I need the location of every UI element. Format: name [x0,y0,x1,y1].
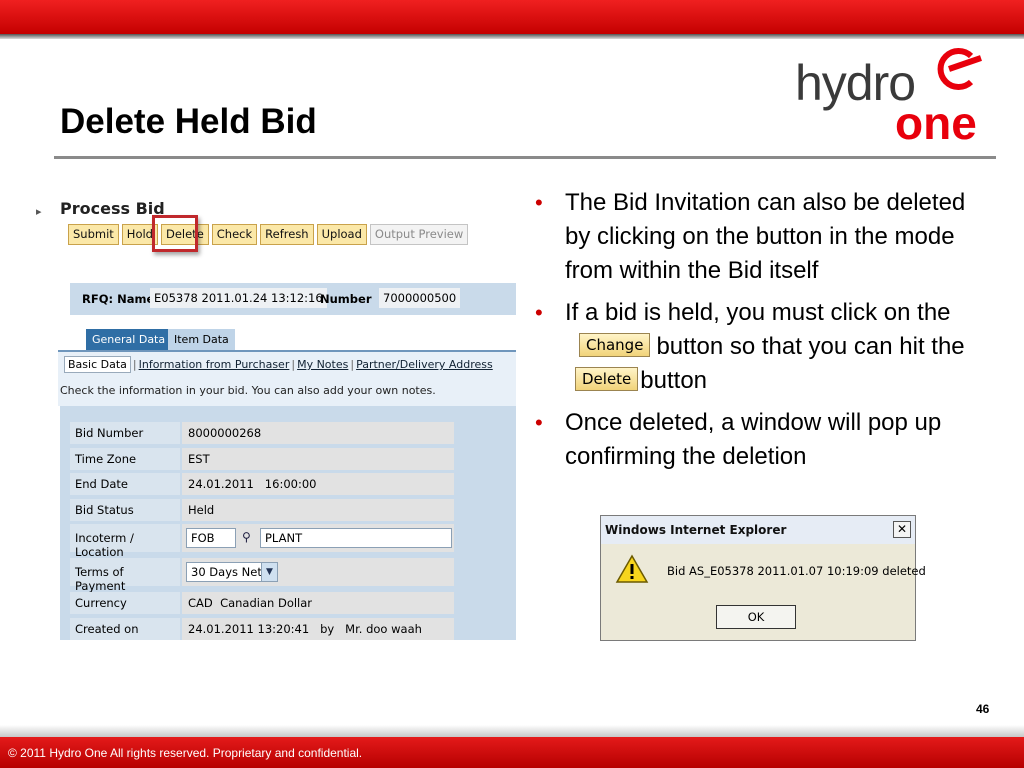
hydro-one-logo: hydro one [795,44,995,149]
logo-swirl-icon [937,48,982,90]
bullet-text: button so that you can hit the [656,333,965,360]
rfq-name-value: E05378 2011.01.24 13:12:16 [150,288,327,308]
dialog-message: Bid AS_E05378 2011.01.07 10:19:09 delete… [667,564,926,578]
warning-icon [615,554,649,583]
ok-button[interactable]: OK [716,605,796,629]
tab-general-data[interactable]: General Data [86,329,172,350]
page-number: 46 [976,702,990,716]
bullet-dot-icon: • [535,300,543,325]
tab-item-data[interactable]: Item Data [168,329,235,350]
bullet-text: button [640,367,708,394]
confirmation-dialog: Windows Internet Explorer ✕ Bid AS_E0537… [600,515,926,641]
title-divider [54,156,996,159]
process-bid-title: Process Bid [60,199,165,218]
footer-copyright: © 2011 Hydro One All rights reserved. Pr… [8,746,363,760]
upload-button[interactable]: Upload [316,224,367,245]
top-banner [0,0,1024,34]
time-zone-value: EST [182,448,454,470]
chevron-down-icon[interactable]: ▼ [261,563,277,581]
subtab-separator: | [350,358,355,371]
bullet-dot-icon: • [535,410,543,435]
terms-of-payment-select[interactable]: 30 Days Net ▼ [186,562,278,582]
bullet-dot-icon: • [535,190,543,215]
end-date-label: End Date [70,473,180,495]
bullet-item: • The Bid Invitation can also be deleted… [535,186,985,288]
bullet-item: • Once deleted, a window will pop up con… [535,406,985,474]
created-on-value: 24.01.2011 13:20:41 by Mr. doo waah [182,618,454,640]
subtab-partner-delivery-address[interactable]: Partner/Delivery Address [356,358,493,371]
subtab-my-notes[interactable]: My Notes [297,358,348,371]
subtab-basic-data[interactable]: Basic Data [64,356,131,373]
form-left-edge [58,406,60,640]
submit-button[interactable]: Submit [68,224,119,245]
rfq-number-value: 7000000500 [379,288,461,308]
bullet-text: Once deleted, a window will pop up confi… [565,409,942,470]
bid-number-label: Bid Number [70,422,180,444]
subtab-bar: Basic Data | Information from Purchaser | My… [58,350,516,406]
bullet-list: • The Bid Invitation can also be deleted… [535,186,985,482]
info-text: Check the information in your bid. You c… [60,384,436,397]
subtab-separator: | [291,358,296,371]
expand-arrow-icon[interactable]: ▸ [36,205,42,218]
sap-toolbar: Submit Hold Delete Check Refresh Upload … [68,224,469,245]
rfq-number-label: Number [320,292,372,306]
footer-shadow [0,725,1024,737]
incoterm-label: Incoterm / Location [70,524,180,559]
binoculars-icon[interactable]: ⚲ [242,530,251,544]
refresh-button[interactable]: Refresh [260,224,314,245]
slide-title: Delete Held Bid [60,102,317,141]
bid-number-value: 8000000268 [182,422,454,444]
bid-status-value: Held [182,499,454,521]
subtab-separator: | [132,358,137,371]
delete-highlight-box [152,215,198,252]
output-preview-button[interactable]: Output Preview [369,224,469,245]
rfq-header: RFQ: Name E05378 2011.01.24 13:12:16 Num… [70,283,516,315]
footer-bar: © 2011 Hydro One All rights reserved. Pr… [0,737,1024,768]
time-zone-label: Time Zone [70,448,180,470]
created-on-label: Created on [70,618,180,640]
sap-process-bid-screenshot: ▸ Process Bid Submit Hold Delete Check R… [36,195,516,640]
close-icon[interactable]: ✕ [893,521,911,538]
terms-of-payment-label: Terms of Payment [70,558,180,593]
dialog-title: Windows Internet Explorer [601,516,915,544]
bid-status-label: Bid Status [70,499,180,521]
bid-form: Bid Number 8000000268 Time Zone EST End … [58,406,516,640]
location-input[interactable]: PLANT [260,528,452,548]
check-button[interactable]: Check [211,224,258,245]
currency-value: CAD Canadian Dollar [182,592,454,614]
bullet-text: The Bid Invitation can also be deleted b… [565,189,966,284]
subtab-information-from-purchaser[interactable]: Information from Purchaser [139,358,290,371]
bullet-item: • If a bid is held, you must click on th… [535,296,985,398]
change-button-image: Change [579,332,651,357]
incoterm-input[interactable]: FOB [186,528,236,548]
bullet-text: If a bid is held, you must click on the [565,299,951,326]
terms-of-payment-value: 30 Days Net [191,565,262,579]
rfq-name-label: RFQ: Name [82,292,155,306]
end-date-value: 24.01.2011 16:00:00 [182,473,454,495]
logo-one-text: one [895,97,977,149]
delete-button-image: Delete [575,366,639,391]
top-banner-shadow [0,34,1024,39]
currency-label: Currency [70,592,180,614]
